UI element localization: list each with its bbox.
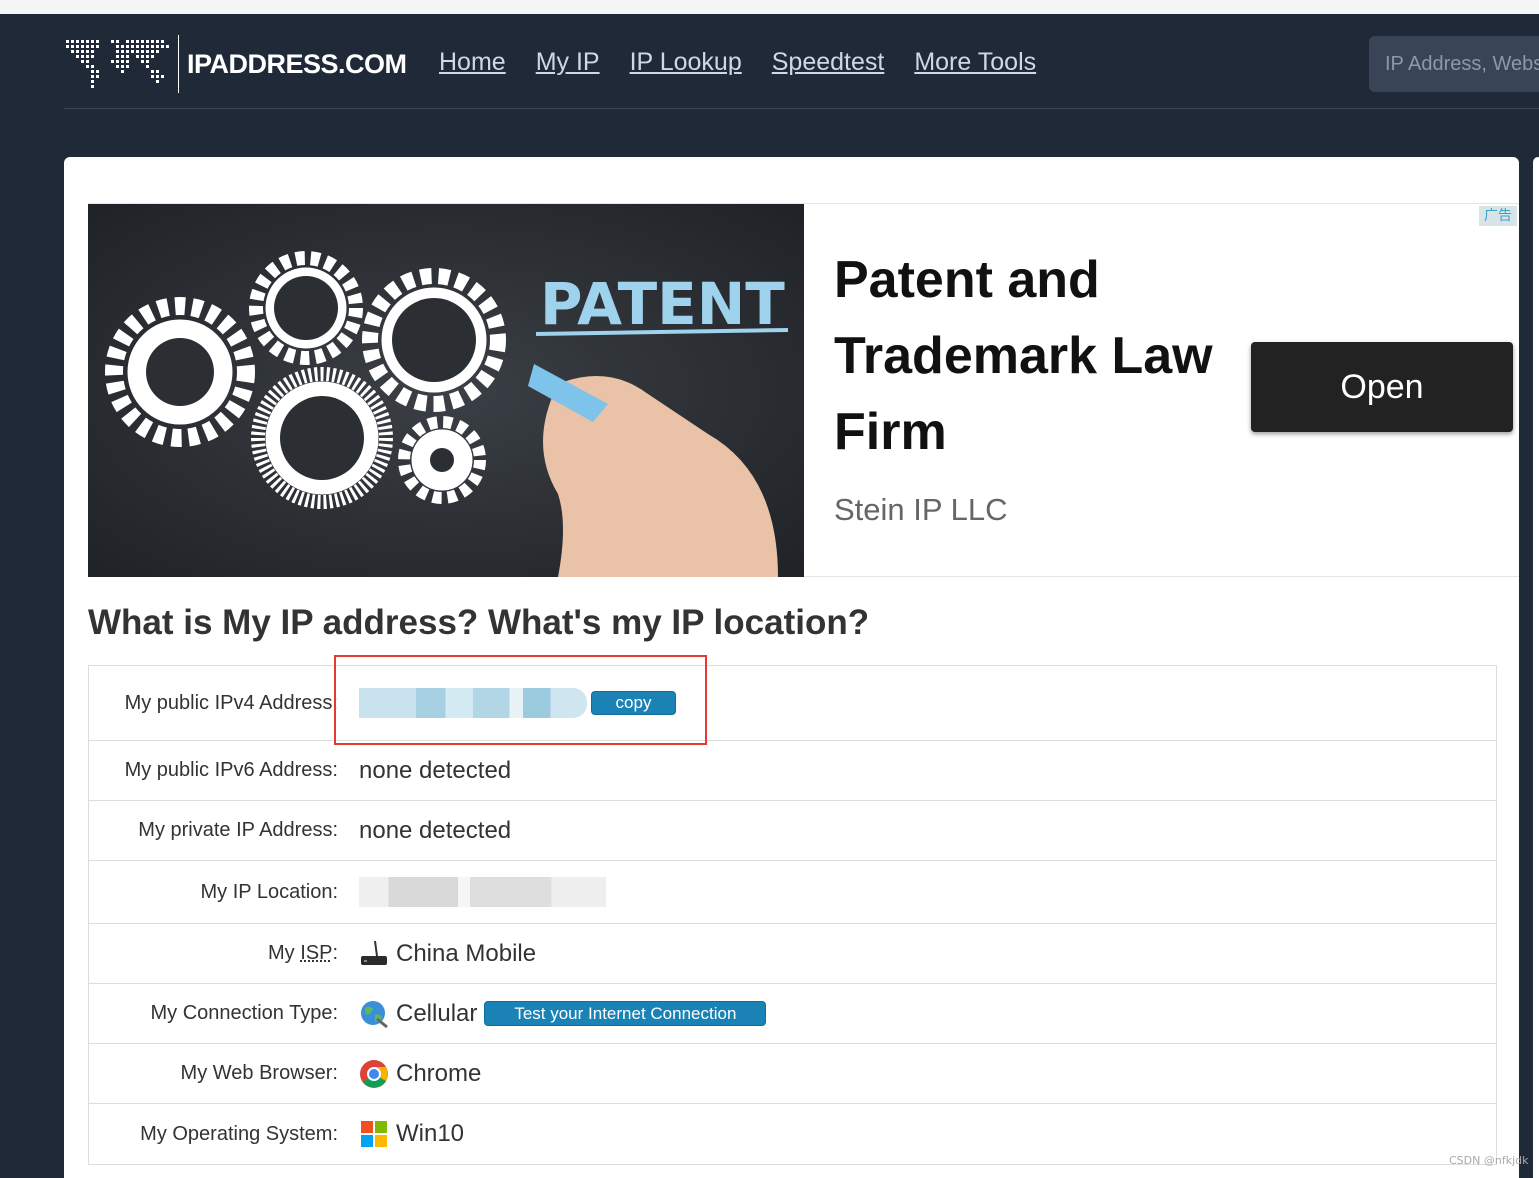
- ad-advertiser: Stein IP LLC: [834, 492, 1008, 527]
- ipv4-value: copy: [338, 688, 676, 718]
- os-label: My Operating System:: [140, 1122, 338, 1145]
- page-background: IPADDRESS.COM Home My IP IP Lookup Speed…: [0, 14, 1539, 1178]
- table-row-ipv6: My public IPv6 Address: none detected: [89, 741, 1496, 801]
- table-row-os: My Operating System: Win10: [89, 1104, 1496, 1164]
- table-row-location: My IP Location:: [89, 861, 1496, 924]
- table-row-browser: My Web Browser: Chrome: [89, 1044, 1496, 1104]
- globe-icon: [361, 1000, 388, 1028]
- page-title: What is My IP address? What's my IP loca…: [88, 603, 870, 642]
- main-card: PATENT Patent and Trademark Law Firm Ste…: [64, 157, 1519, 1178]
- nav-link-ip-lookup[interactable]: IP Lookup: [630, 48, 742, 77]
- location-label: My IP Location:: [200, 880, 338, 903]
- logo-text: IPADDRESS.COM: [187, 48, 407, 79]
- isp-name: China Mobile: [396, 939, 537, 967]
- browser-name: Chrome: [396, 1059, 482, 1087]
- os-value: Win10: [338, 1119, 464, 1149]
- ad-image[interactable]: PATENT: [88, 204, 804, 577]
- ip-info-table: My public IPv4 Address: copy My public I…: [88, 665, 1497, 1165]
- connection-label: My Connection Type:: [150, 1002, 338, 1024]
- chrome-icon: [360, 1059, 388, 1088]
- private-ip-value: none detected: [359, 816, 512, 844]
- table-row-connection: My Connection Type: Cellular Test your I…: [89, 984, 1496, 1044]
- nav-link-home[interactable]: Home: [439, 48, 506, 77]
- side-panel-edge: [1533, 157, 1539, 1178]
- ipv4-label: My public IPv4 Address:: [124, 691, 338, 714]
- ipv4-address-redacted: [359, 688, 587, 718]
- nav-links: Home My IP IP Lookup Speedtest More Tool…: [439, 48, 1036, 77]
- browser-value: Chrome: [338, 1059, 481, 1089]
- location-redacted: [359, 877, 606, 907]
- connection-value: Cellular Test your Internet Connection: [338, 999, 767, 1029]
- nav-link-more-tools[interactable]: More Tools: [914, 48, 1036, 77]
- isp-label: My ISP:: [89, 942, 338, 965]
- ipv6-label: My public IPv6 Address:: [124, 759, 338, 781]
- top-navigation: IPADDRESS.COM Home My IP IP Lookup Speed…: [64, 14, 1539, 109]
- watermark: CSDN @nfkjdk: [1449, 1154, 1529, 1167]
- search-input[interactable]: [1369, 36, 1539, 92]
- ad-title[interactable]: Patent and Trademark Law Firm: [834, 242, 1234, 470]
- windows-icon: [361, 1121, 387, 1147]
- advertisement[interactable]: PATENT Patent and Trademark Law Firm Ste…: [88, 203, 1519, 577]
- logo-separator: [178, 35, 179, 93]
- connection-type: Cellular: [396, 999, 478, 1027]
- ad-image-patent-text: PATENT: [540, 270, 785, 338]
- world-map-logo-icon: [66, 40, 169, 88]
- ipv6-value: none detected: [359, 756, 512, 784]
- private-ip-label: My private IP Address:: [138, 819, 338, 841]
- table-row-private-ip: My private IP Address: none detected: [89, 801, 1496, 861]
- gears-chalkboard-illustration: PATENT: [88, 204, 804, 577]
- router-icon: [361, 940, 387, 965]
- location-value: [338, 877, 606, 907]
- nav-link-speedtest[interactable]: Speedtest: [772, 48, 885, 77]
- isp-label-prefix: My: [267, 942, 301, 964]
- browser-label: My Web Browser:: [180, 1062, 338, 1084]
- site-logo[interactable]: IPADDRESS.COM: [64, 34, 407, 94]
- ad-open-button[interactable]: Open: [1251, 342, 1513, 432]
- table-row-ipv4: My public IPv4 Address: copy: [89, 666, 1496, 741]
- browser-top-strip: [0, 0, 1539, 14]
- test-connection-button[interactable]: Test your Internet Connection: [484, 1001, 767, 1026]
- isp-abbr[interactable]: ISP: [300, 942, 332, 964]
- os-name: Win10: [396, 1120, 465, 1147]
- table-row-isp: My ISP: China Mobile: [89, 924, 1496, 984]
- nav-link-my-ip[interactable]: My IP: [536, 48, 600, 77]
- copy-button[interactable]: copy: [591, 691, 676, 715]
- isp-value: China Mobile: [338, 939, 536, 969]
- ad-badge[interactable]: 广告: [1479, 206, 1517, 226]
